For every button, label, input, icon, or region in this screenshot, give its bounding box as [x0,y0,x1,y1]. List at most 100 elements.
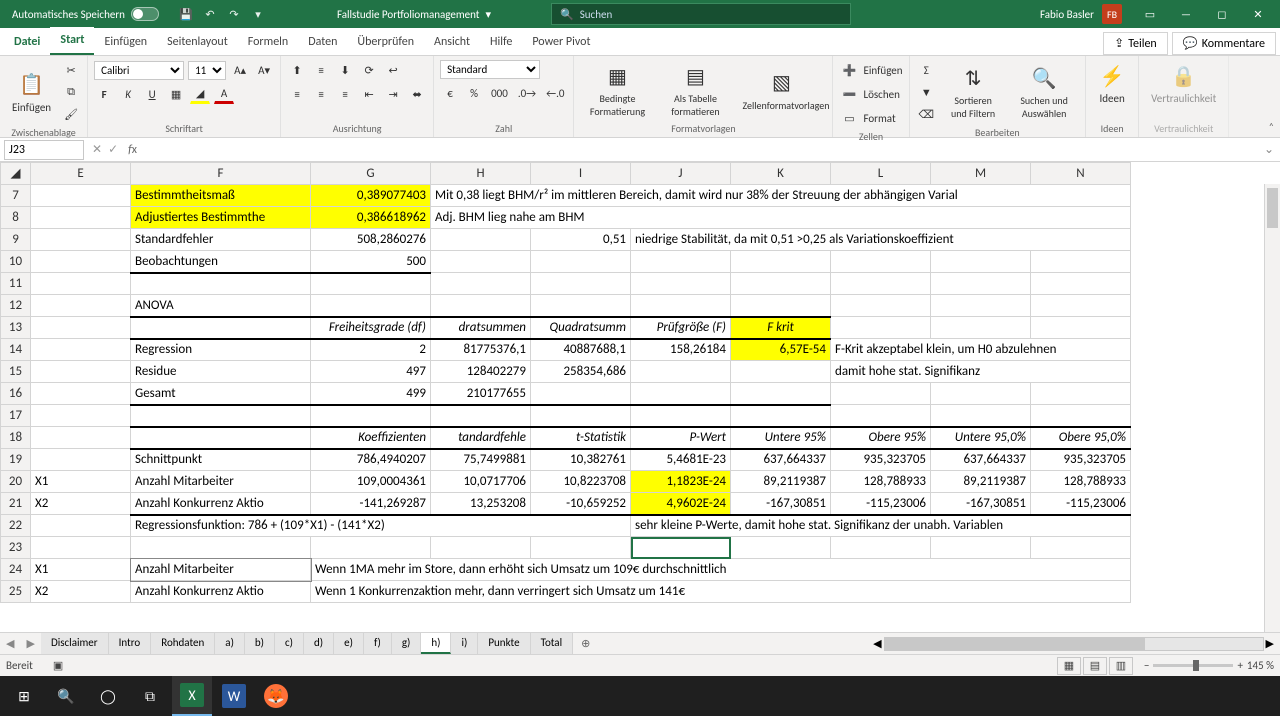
column-headers[interactable]: ◢ E F G H I J K L M N [1,163,1131,185]
tab-view[interactable]: Ansicht [424,29,480,55]
sheet-tab-Intro[interactable]: Intro [109,633,152,654]
name-box[interactable]: J23 [4,140,84,160]
col-J[interactable]: J [631,163,731,185]
zoom-control[interactable]: − + 145 % [1144,659,1274,672]
sheet-tab-Disclaimer[interactable]: Disclaimer [41,633,109,654]
tab-review[interactable]: Überprüfen [347,29,424,55]
decrease-decimal-icon[interactable]: ←.0 [543,83,567,103]
cell[interactable]: 210177655 [431,383,531,405]
grow-font-icon[interactable]: A▴ [230,60,250,80]
tab-home[interactable]: Start [50,27,94,55]
cell[interactable]: Adjustiertes Bestimmthe [131,207,311,229]
row-8[interactable]: 8 [1,207,31,229]
sort-filter-button[interactable]: ⇅Sortieren und Filtern [941,62,1005,122]
sheet-tab-c)[interactable]: c) [275,633,304,654]
row-7[interactable]: 7 [1,185,31,207]
cell[interactable]: 0,389077403 [311,185,431,207]
align-right-icon[interactable]: ≡ [335,84,355,104]
cell[interactable]: 128,788933 [1031,471,1131,493]
tab-layout[interactable]: Seitenlayout [157,29,238,55]
col-E[interactable]: E [31,163,131,185]
view-normal-icon[interactable]: ▦ [1057,657,1081,675]
orientation-icon[interactable]: ⟳ [359,60,379,80]
border-icon[interactable]: ▦ [166,84,186,104]
expand-formula-icon[interactable]: ⌄ [1258,142,1280,157]
copy-icon[interactable]: ⧉ [61,82,81,102]
taskbar-cortana[interactable]: ◯ [88,676,128,716]
cell[interactable]: 81775376,1 [431,339,531,361]
font-size-select[interactable]: 11 [188,61,226,80]
wrap-text-icon[interactable]: ↩ [383,60,403,80]
scroll-left-icon[interactable]: ◀ [873,637,881,650]
vertical-scrollbar[interactable] [1264,184,1280,632]
minimize-button[interactable]: — [1168,0,1204,28]
grid[interactable]: ◢ E F G H I J K L M N 7 Bestimmtheitsmaß0… [0,162,1131,603]
row-24[interactable]: 24 [1,559,31,581]
add-sheet-icon[interactable]: ⊕ [573,637,598,650]
cell[interactable]: 128402279 [431,361,531,383]
cell[interactable]: -167,30851 [931,493,1031,515]
row-20[interactable]: 20 [1,471,31,493]
cell[interactable]: Standardfehler [131,229,311,251]
row-9[interactable]: 9 [1,229,31,251]
cell[interactable]: Mit 0,38 liegt BHM/r² im mittleren Berei… [431,185,1131,207]
tab-insert[interactable]: Einfügen [94,29,157,55]
cell[interactable]: 89,2119387 [731,471,831,493]
row-14[interactable]: 14 [1,339,31,361]
sheet-tab-b)[interactable]: b) [245,633,275,654]
row-17[interactable]: 17 [1,405,31,427]
toggle-icon[interactable] [131,7,159,21]
taskbar-taskview[interactable]: ⧉ [130,676,170,716]
collapse-ribbon-icon[interactable]: ˄ [1269,120,1274,133]
cell[interactable]: dratsummen [431,317,531,339]
fill-icon[interactable]: ▼ [916,82,938,102]
cell[interactable]: X1 [31,559,131,581]
find-select-button[interactable]: 🔍Suchen und Auswählen [1009,62,1079,122]
row-13[interactable]: 13 [1,317,31,339]
bold-icon[interactable]: F [94,84,114,104]
format-painter-icon[interactable]: 🖌 [61,104,81,124]
col-G[interactable]: G [311,163,431,185]
cell[interactable]: 935,323705 [831,449,931,471]
cell[interactable]: Wenn 1 Konkurrenzaktion mehr, dann verri… [311,581,1131,603]
maximize-button[interactable]: ◻ [1204,0,1240,28]
align-bottom-icon[interactable]: ⬇ [335,60,355,80]
cell[interactable]: -141,269287 [311,493,431,515]
cell[interactable]: X2 [31,581,131,603]
cell[interactable]: 1,1823E-24 [631,471,731,493]
sheet-tab-e)[interactable]: e) [334,633,364,654]
cell[interactable]: damit hohe stat. Signifikanz [831,361,1131,383]
sheet-tab-Rohdaten[interactable]: Rohdaten [151,633,215,654]
view-pagelayout-icon[interactable]: ▤ [1083,657,1107,675]
row-18[interactable]: 18 [1,427,31,449]
sheet-tab-i)[interactable]: i) [451,633,478,654]
col-H[interactable]: H [431,163,531,185]
cell[interactable]: 5,4681E-23 [631,449,731,471]
increase-decimal-icon[interactable]: .0→ [515,83,539,103]
col-I[interactable]: I [531,163,631,185]
cell[interactable]: 500 [311,251,431,273]
cell[interactable]: F krit [731,317,831,339]
cell[interactable]: -115,23006 [1031,493,1131,515]
tab-powerpivot[interactable]: Power Pivot [522,29,600,55]
cell[interactable]: 128,788933 [831,471,931,493]
undo-icon[interactable]: ↶ [201,5,219,23]
cell[interactable]: Bestimmtheitsmaß [131,185,311,207]
cell[interactable]: Adj. BHM lieg nahe am BHM [431,207,1131,229]
cell[interactable]: Regressionsfunktion: 786 + (109*X1) - (1… [131,515,631,537]
number-format-select[interactable]: Standard [440,60,540,79]
sheet-tab-d)[interactable]: d) [304,633,334,654]
cell[interactable]: 2 [311,339,431,361]
row-23[interactable]: 23 [1,537,31,559]
underline-icon[interactable]: U [142,84,162,104]
cell[interactable]: 0,386618962 [311,207,431,229]
cell[interactable]: 6,57E-54 [731,339,831,361]
cell[interactable]: Residue [131,361,311,383]
ideas-button[interactable]: ⚡Ideen [1092,60,1132,107]
document-title[interactable]: Fallstudie Portfoliomanagement ▾ [337,8,491,21]
close-button[interactable]: ✕ [1240,0,1276,28]
cell[interactable]: sehr kleine P-Werte, damit hohe stat. Si… [631,515,1131,537]
row-15[interactable]: 15 [1,361,31,383]
cell[interactable]: 497 [311,361,431,383]
search-box[interactable]: 🔍 Suchen [551,3,851,25]
